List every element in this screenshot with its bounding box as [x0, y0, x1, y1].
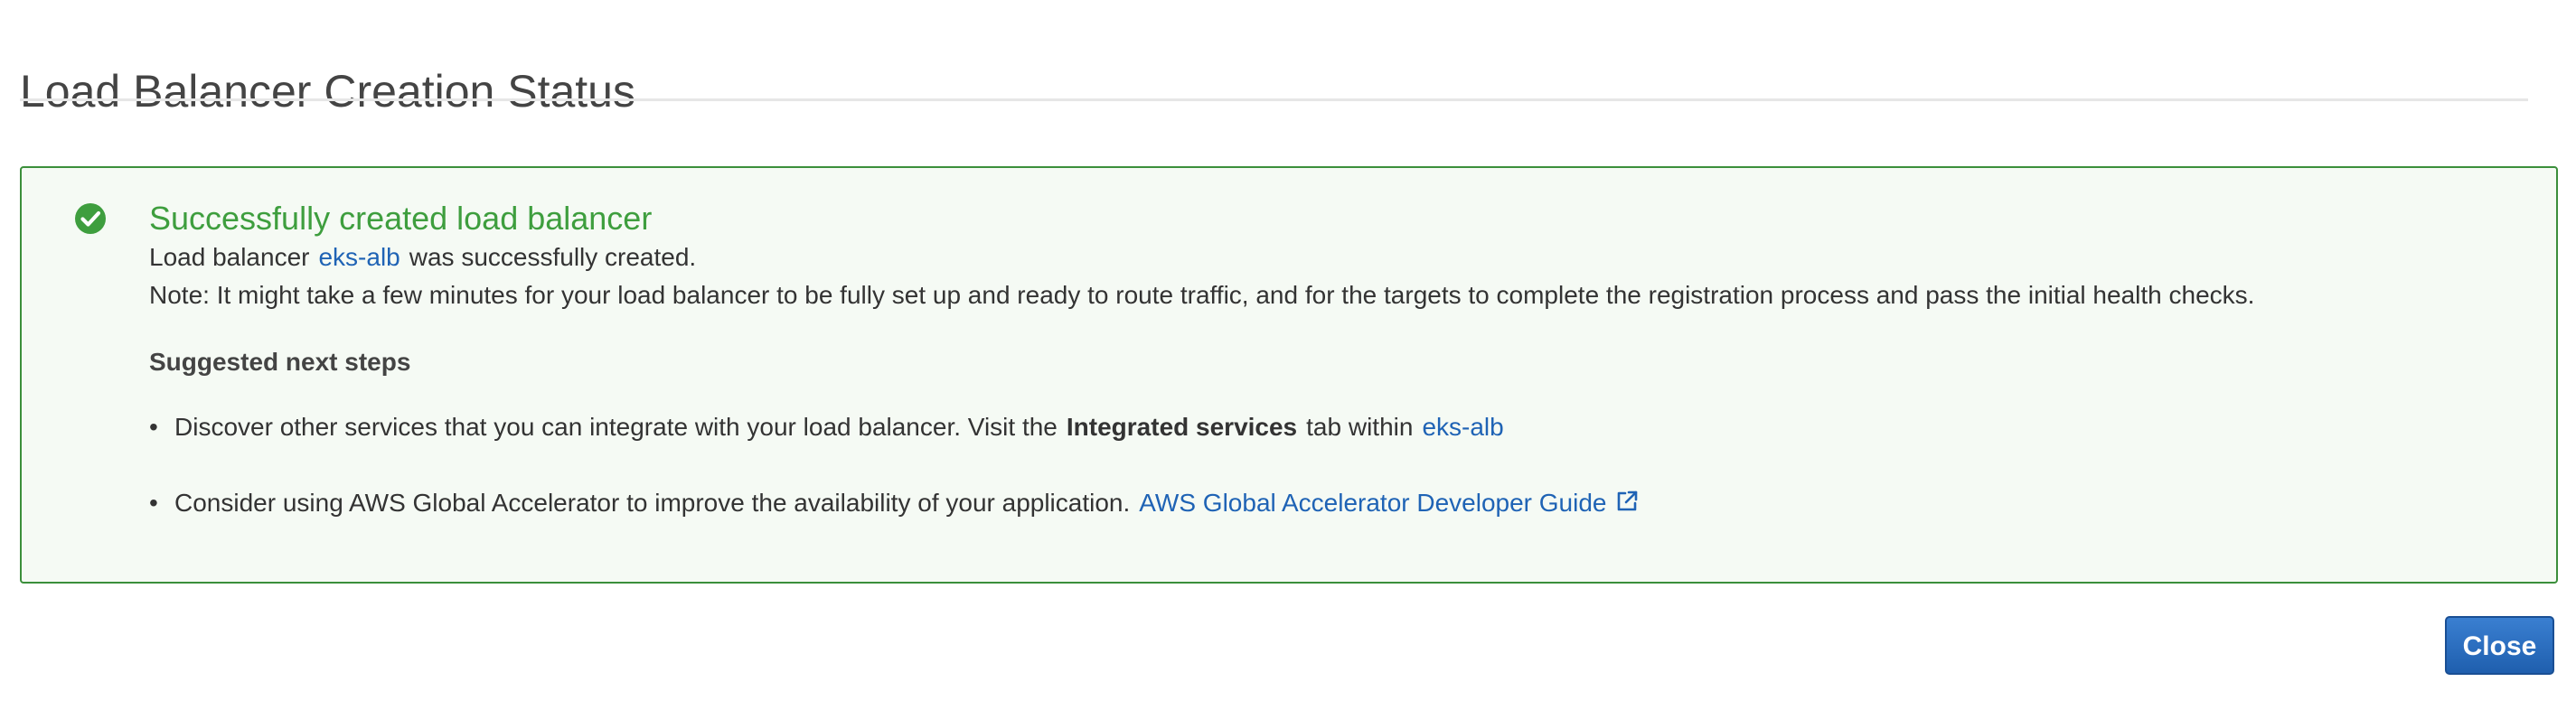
guide-link-label: AWS Global Accelerator Developer Guide — [1139, 489, 1607, 517]
message-suffix: was successfully created. — [409, 243, 697, 271]
bullet-icon: • — [149, 413, 158, 441]
integrated-services-label: Integrated services — [1066, 413, 1298, 441]
integrated-services-load-balancer-link[interactable]: eks-alb — [1422, 413, 1503, 441]
global-accelerator-guide-link[interactable]: AWS Global Accelerator Developer Guide — [1139, 489, 1639, 517]
creation-message: Load balancer eks-alb was successfully cre… — [149, 240, 696, 275]
step-text-middle: tab within — [1306, 413, 1414, 441]
title-divider — [20, 98, 2528, 101]
external-link-icon — [1617, 490, 1637, 511]
next-step-global-accelerator: • Consider using AWS Global Accelerator t… — [149, 486, 1640, 520]
step-text: Consider using AWS Global Accelerator to… — [174, 489, 1131, 517]
setup-note: Note: It might take a few minutes for yo… — [149, 281, 2255, 309]
bullet-icon: • — [149, 489, 158, 517]
message-prefix: Load balancer — [149, 243, 310, 271]
next-steps-heading: Suggested next steps — [149, 348, 411, 376]
close-button[interactable]: Close — [2445, 616, 2554, 675]
load-balancer-link[interactable]: eks-alb — [318, 243, 400, 271]
alert-title: Successfully created load balancer — [149, 200, 653, 237]
page-title: Load Balancer Creation Status — [20, 65, 635, 117]
success-alert: Successfully created load balancer Load … — [20, 166, 2558, 584]
check-circle-icon — [75, 203, 106, 234]
step-text: Discover other services that you can int… — [174, 413, 1058, 441]
next-step-integrated-services: • Discover other services that you can in… — [149, 410, 1504, 444]
